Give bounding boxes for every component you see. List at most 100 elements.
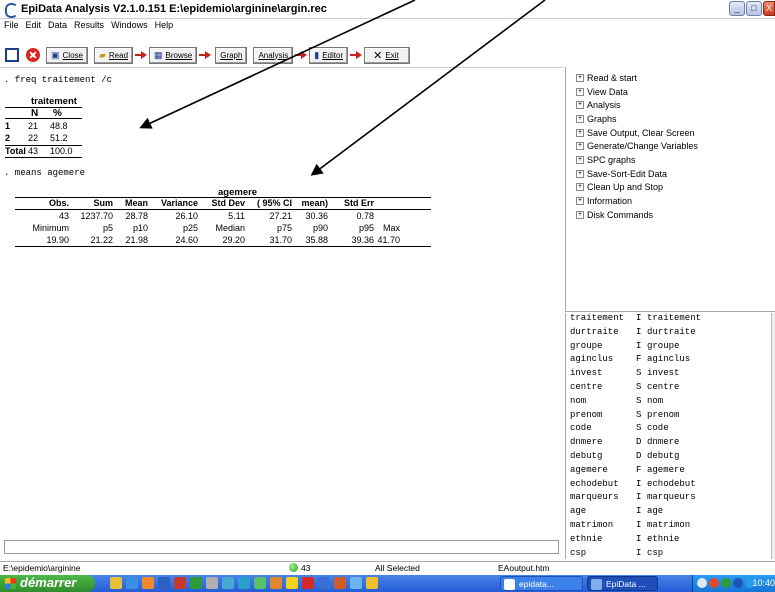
list-item[interactable]: matrimon Imatrimon [566,520,775,534]
tree-item-view-data[interactable]: + View Data [566,85,775,99]
list-item[interactable]: marqueurs Imarqueurs [566,492,775,506]
tree-item-analysis[interactable]: + Analysis [566,98,775,112]
variable-name: traitement [570,313,625,323]
expand-icon[interactable]: + [576,197,584,206]
tree-item-graphs[interactable]: + Graphs [566,112,775,126]
freq-table-header: N % [5,107,82,119]
tray-icon[interactable] [733,578,743,588]
tray-icon[interactable] [709,578,719,588]
variable-name: code [570,423,592,434]
menu-results[interactable]: Results [74,20,104,34]
command-input[interactable] [4,540,559,554]
epidata-app-icon[interactable] [3,2,18,18]
taskbar-item-epidata-2[interactable]: EpiData ... [587,576,658,591]
tool-icon[interactable] [206,577,218,589]
app-icon[interactable] [286,577,298,589]
tree-item-save-sort-edit[interactable]: + Save-Sort-Edit Data [566,167,775,181]
arrow-icon [199,51,212,59]
app-icon[interactable] [238,577,250,589]
expand-icon[interactable]: + [576,87,584,96]
app-icon[interactable] [334,577,346,589]
list-item[interactable]: echodebut Iechodebut [566,479,775,493]
tray-icon[interactable] [721,578,731,588]
taskbar-item-epidata-1[interactable]: epidata... [500,576,583,591]
expand-icon[interactable]: + [576,183,584,192]
tree-item-spc-graphs[interactable]: + SPC graphs [566,153,775,167]
app-icon[interactable] [254,577,266,589]
list-item[interactable]: nom Snom [566,396,775,410]
menu-file[interactable]: File [4,20,19,34]
tree-item-save-output[interactable]: + Save Output, Clear Screen [566,126,775,140]
app-icon[interactable] [366,577,378,589]
list-item[interactable]: traitement Itraitement [566,313,775,327]
expand-icon[interactable]: + [576,169,584,178]
list-item[interactable]: durtraite Idurtraite [566,327,775,341]
start-button[interactable]: démarrer [0,575,95,592]
analysis-button[interactable]: Analysis [253,46,294,64]
expand-icon[interactable]: + [576,155,584,164]
variable-name: matrimon [570,519,614,530]
close-file-icon: ▣ [51,49,60,60]
variable-type: F [636,464,642,475]
variable-list[interactable]: traitement Itraitement durtraite Idurtraite… [565,313,775,559]
table-row: 19.90 21.22 21.98 24.60 29.20 31.70 35.8… [15,235,431,247]
menu-windows[interactable]: Windows [111,20,148,34]
menu-help[interactable]: Help [155,20,174,34]
list-item[interactable]: debutg Ddebutg [566,451,775,465]
list-item[interactable]: aginclus Faginclus [566,354,775,368]
book-icon: ▮ [314,49,320,60]
output-pane[interactable]: . freq traitement /c traitement N % 1 21… [0,67,563,536]
list-item[interactable]: groupe Igroupe [566,341,775,355]
app-icon[interactable] [270,577,282,589]
list-item[interactable]: prenom Sprenom [566,410,775,424]
arrow-icon [135,51,148,59]
list-item[interactable]: dnmere Ddnmere [566,437,775,451]
variable-list-scrollbar[interactable] [771,313,775,559]
tree-item-information[interactable]: + Information [566,194,775,208]
close-button[interactable]: ▣ Close [46,46,88,64]
list-item[interactable]: code Scode [566,423,775,437]
variable-type: S [636,423,642,434]
quicklaunch-icon[interactable] [110,577,122,589]
menu-data[interactable]: Data [48,20,67,34]
stop-icon[interactable] [26,48,40,62]
expand-icon[interactable]: + [576,210,584,219]
editor-button[interactable]: ▮ Editor [309,46,349,64]
tree-item-read-start[interactable]: + Read & start [566,71,775,85]
expand-icon[interactable]: + [576,101,584,110]
list-item[interactable]: csp Icsp [566,548,775,559]
browser-icon[interactable] [126,577,138,589]
app-icon[interactable] [318,577,330,589]
list-item[interactable]: agemere Fagemere [566,465,775,479]
browse-button[interactable]: ▦ Browse [149,46,198,64]
tree-item-clean-up[interactable]: + Clean Up and Stop [566,181,775,195]
list-item[interactable]: ethnie Iethnie [566,534,775,548]
graph-button[interactable]: Graph [215,46,248,64]
powerpoint-icon[interactable] [174,577,186,589]
expand-icon[interactable]: + [576,114,584,123]
read-button[interactable]: ▰ Read [93,46,134,64]
app-icon[interactable] [350,577,362,589]
window-icon[interactable] [5,48,19,62]
list-item[interactable]: age Iage [566,506,775,520]
epidata-icon[interactable] [222,577,234,589]
pdf-icon[interactable] [302,577,314,589]
tree-item-disk-commands[interactable]: + Disk Commands [566,208,775,222]
list-item[interactable]: invest Sinvest [566,368,775,382]
variable-name: csp [570,547,587,558]
maximize-button[interactable]: □ [746,1,762,16]
tray-icon[interactable] [697,578,707,588]
minimize-button[interactable]: _ [729,1,745,16]
expand-icon[interactable]: + [576,142,584,151]
expand-icon[interactable]: + [576,73,584,82]
expand-icon[interactable]: + [576,128,584,137]
tree-item-generate-change[interactable]: + Generate/Change Variables [566,139,775,153]
close-window-button[interactable]: X [763,1,775,16]
excel-icon[interactable] [190,577,202,589]
menu-edit[interactable]: Edit [26,20,42,34]
word-icon[interactable] [158,577,170,589]
folder-icon[interactable] [142,577,154,589]
list-item[interactable]: centre Scentre [566,382,775,396]
exit-button[interactable]: ✕ Exit [364,46,410,64]
variable-type: I [636,506,642,517]
